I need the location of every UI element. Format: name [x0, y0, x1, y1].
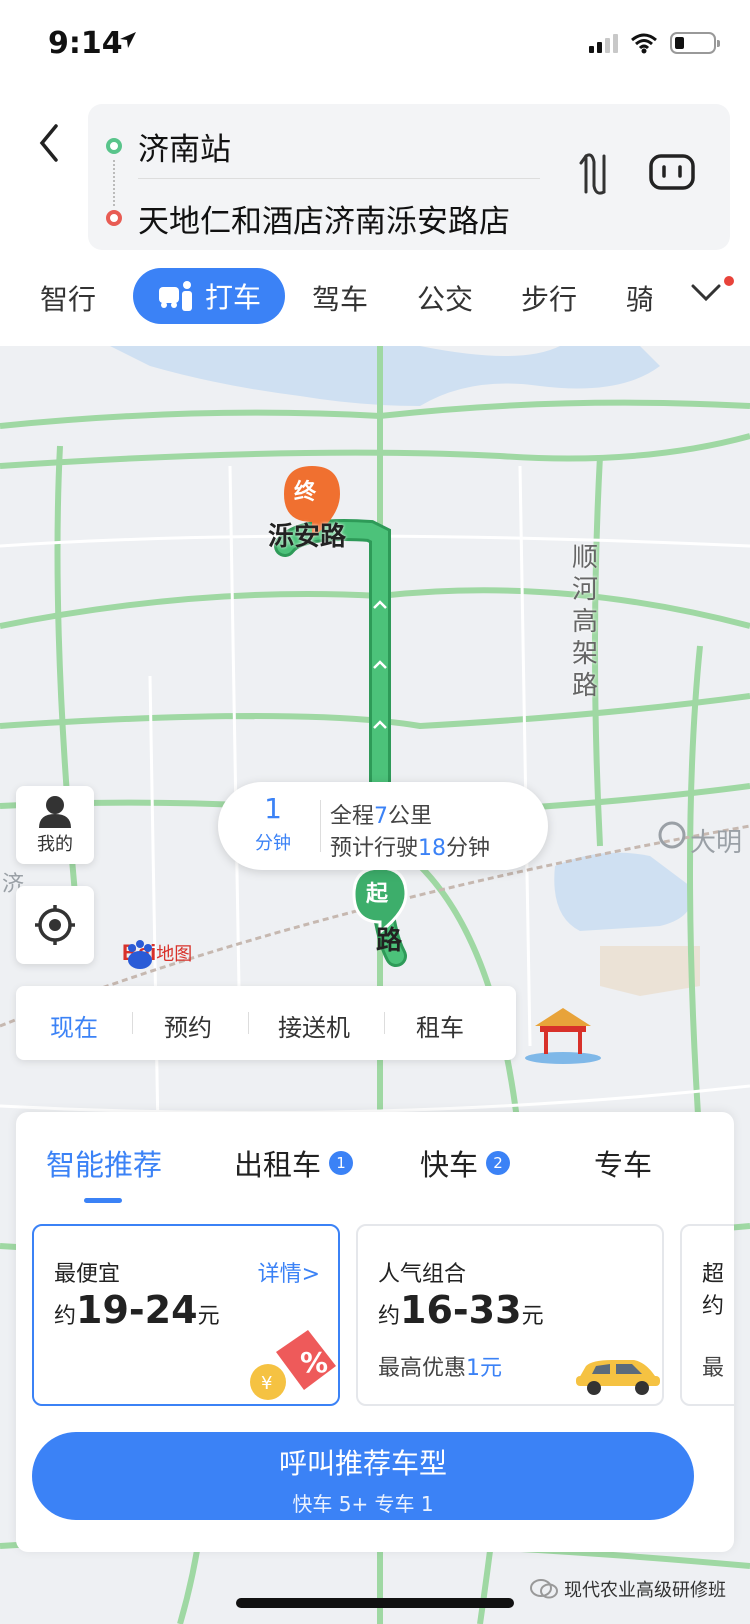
battery-icon [670, 32, 720, 54]
location-arrow-icon [120, 32, 136, 48]
tab-ride[interactable]: 骑 [626, 278, 652, 318]
status-time: 9:14 [48, 26, 123, 61]
max-discount: 最高优惠1元 [378, 1356, 503, 1381]
road-label: 顺河高架路 [572, 543, 599, 701]
watermark: 现代农业高级研修班 [530, 1576, 726, 1602]
notification-dot [724, 276, 734, 286]
discount-tag-icon: % ¥ [250, 1330, 336, 1400]
wechat-icon [530, 1579, 558, 1599]
chevron-down-icon[interactable] [690, 282, 722, 304]
option-card-cheapest[interactable]: 最便宜 详情> 约19-24元 % ¥ [32, 1224, 340, 1406]
paw-icon [128, 940, 152, 969]
status-bar: 9:14 [0, 0, 750, 96]
option-card-popular[interactable]: 人气组合 约16-33元 最高优惠1元 [356, 1224, 664, 1406]
active-tab-indicator [84, 1198, 122, 1203]
mode-now[interactable]: 现在 [50, 1008, 98, 1043]
price-range: 约16-33元 [378, 1288, 544, 1332]
tab-smart[interactable]: 智行 [40, 278, 96, 318]
taxi-car-icon [576, 1360, 660, 1395]
route-header: 济南站 天地仁和酒店济南泺安路店 智行 打车 驾车 公交 步行 骑 [0, 96, 750, 346]
tab-express[interactable]: 快车 2 [420, 1142, 511, 1184]
user-icon [39, 796, 71, 828]
home-indicator[interactable] [236, 1598, 514, 1608]
locate-button[interactable] [16, 886, 94, 964]
start-dot-icon [106, 138, 122, 154]
end-road-label: 泺安路 [268, 522, 347, 552]
ride-panel: 智能推荐 出租车 1 快车 2 专车 最便宜 详情> 约19-24元 % ¥ 人气组… [16, 1112, 734, 1552]
eta-unit: 分钟 [255, 833, 291, 854]
tab-taxi-cab[interactable]: 出租车 1 [234, 1142, 354, 1184]
route-distance: 全程7公里 [330, 804, 433, 829]
eta-minutes: 1 [264, 792, 282, 825]
start-marker-label: 起 [366, 882, 389, 907]
express-count-badge: 2 [486, 1151, 511, 1175]
robot-icon[interactable] [648, 152, 696, 192]
end-dot-icon [106, 210, 122, 226]
tab-drive[interactable]: 驾车 [312, 278, 368, 318]
start-location[interactable]: 济南站 [138, 124, 231, 169]
mode-airport[interactable]: 接送机 [278, 1008, 350, 1043]
poi-label: 大明 [690, 828, 743, 858]
tab-premium[interactable]: 专车 [594, 1142, 652, 1184]
tab-recommend[interactable]: 智能推荐 [46, 1142, 162, 1184]
end-location[interactable]: 天地仁和酒店济南泺安路店 [138, 196, 510, 241]
details-link[interactable]: 详情> [258, 1256, 320, 1288]
mode-reserve[interactable]: 预约 [164, 1008, 212, 1043]
price-range: 约19-24元 [54, 1288, 220, 1332]
call-recommended-button[interactable]: 呼叫推荐车型 快车 5+ 专车 1 [32, 1432, 694, 1520]
signal-icon [589, 33, 618, 53]
taxi-count-badge: 1 [329, 1151, 354, 1175]
start-road-char: 路 [376, 926, 403, 956]
swap-icon[interactable] [578, 152, 612, 196]
mode-rental[interactable]: 租车 [416, 1008, 464, 1043]
route-duration: 预计行驶18分钟 [330, 836, 491, 861]
travel-mode-tabs: 智行 打车 驾车 公交 步行 骑 [0, 264, 750, 328]
tab-walk[interactable]: 步行 [521, 278, 577, 318]
option-card-third[interactable]: 超 约 最 [680, 1224, 734, 1406]
tab-bus[interactable]: 公交 [417, 278, 473, 318]
route-input-box: 济南站 天地仁和酒店济南泺安路店 [88, 104, 730, 250]
baidu-map-logo: Bai 地图 [122, 940, 192, 969]
svg-text:¥: ¥ [261, 1373, 272, 1394]
taxi-person-icon [158, 281, 192, 311]
mine-button[interactable]: 我的 [16, 786, 94, 864]
pavilion-icon [525, 1008, 601, 1064]
end-marker-label: 终 [294, 480, 317, 505]
tab-taxi[interactable]: 打车 [133, 268, 285, 324]
crosshair-icon [35, 905, 75, 945]
wifi-icon [631, 33, 657, 54]
time-mode-bar: 现在 预约 接送机 租车 [16, 986, 516, 1060]
back-icon[interactable] [30, 118, 70, 168]
svg-text:%: % [300, 1346, 328, 1379]
route-info-bubble[interactable]: 1 分钟 全程7公里 预计行驶18分钟 [218, 782, 548, 870]
